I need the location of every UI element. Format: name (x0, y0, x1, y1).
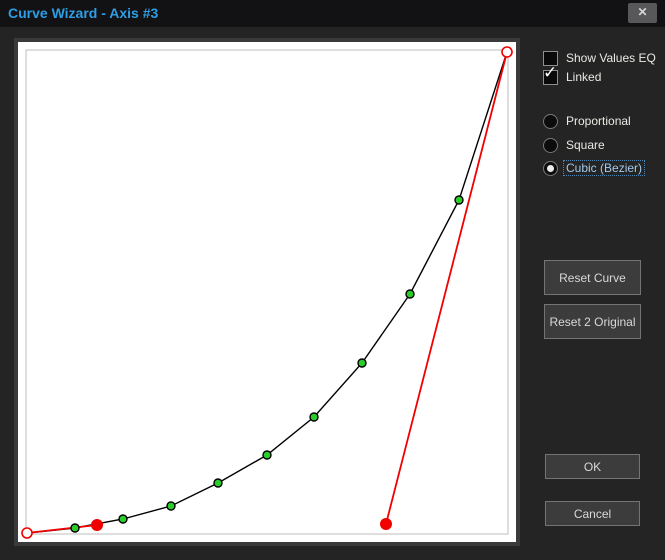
curve-canvas[interactable] (14, 38, 520, 546)
radio-label: Square (566, 138, 605, 152)
radio-icon (543, 160, 558, 176)
curve-wizard-dialog: Curve Wizard - Axis #3 ✕ ✓ Show Values E… (0, 0, 665, 560)
close-button[interactable]: ✕ (628, 3, 657, 23)
curve-control-point[interactable] (91, 519, 103, 531)
checkbox-label: Show Values EQ (566, 51, 656, 65)
radio-dot (547, 164, 554, 172)
curve-path (26, 51, 508, 534)
curve-sample-point[interactable] (405, 289, 415, 299)
curve-sample-point[interactable] (454, 195, 464, 205)
radio-square[interactable]: Square (543, 137, 605, 153)
ok-button[interactable]: OK (545, 454, 640, 479)
cancel-button[interactable]: Cancel (545, 501, 640, 526)
curve-control-point[interactable] (380, 518, 392, 530)
window-title: Curve Wizard - Axis #3 (8, 5, 159, 21)
curve-canvas-svg (21, 46, 513, 539)
reset-curve-button[interactable]: Reset Curve (544, 260, 641, 295)
curve-sample-point[interactable] (70, 523, 80, 533)
radio-icon (543, 137, 558, 153)
titlebar[interactable]: Curve Wizard - Axis #3 ✕ (0, 0, 665, 27)
checkbox-linked[interactable]: ✓ Linked (543, 63, 602, 85)
curve-sample-point[interactable] (166, 501, 176, 511)
curve-bounds (25, 49, 509, 535)
check-icon: ✓ (543, 62, 558, 82)
curve-endpoint[interactable] (501, 46, 513, 58)
checkbox-label: Linked (566, 70, 602, 84)
checkbox-box: ✓ (543, 63, 558, 85)
radio-proportional[interactable]: Proportional (543, 113, 631, 129)
radio-label: Cubic (Bezier) (563, 160, 646, 176)
reset-2-original-button[interactable]: Reset 2 Original (544, 304, 641, 339)
curve-sample-point[interactable] (309, 412, 319, 422)
control-handle-line-start (26, 524, 98, 534)
curve-sample-point[interactable] (118, 514, 128, 524)
checkbox-show-values-eq[interactable]: ✓ Show Values EQ (543, 50, 656, 66)
radio-cubic-bezier[interactable]: Cubic (Bezier) (543, 160, 646, 176)
control-handle-line-end (385, 51, 508, 525)
curve-sample-point[interactable] (357, 358, 367, 368)
curve-sample-point[interactable] (213, 478, 223, 488)
radio-icon (543, 113, 558, 129)
curve-endpoint[interactable] (21, 527, 33, 539)
radio-label: Proportional (566, 114, 631, 128)
curve-sample-point[interactable] (262, 450, 272, 460)
close-icon: ✕ (637, 5, 648, 19)
